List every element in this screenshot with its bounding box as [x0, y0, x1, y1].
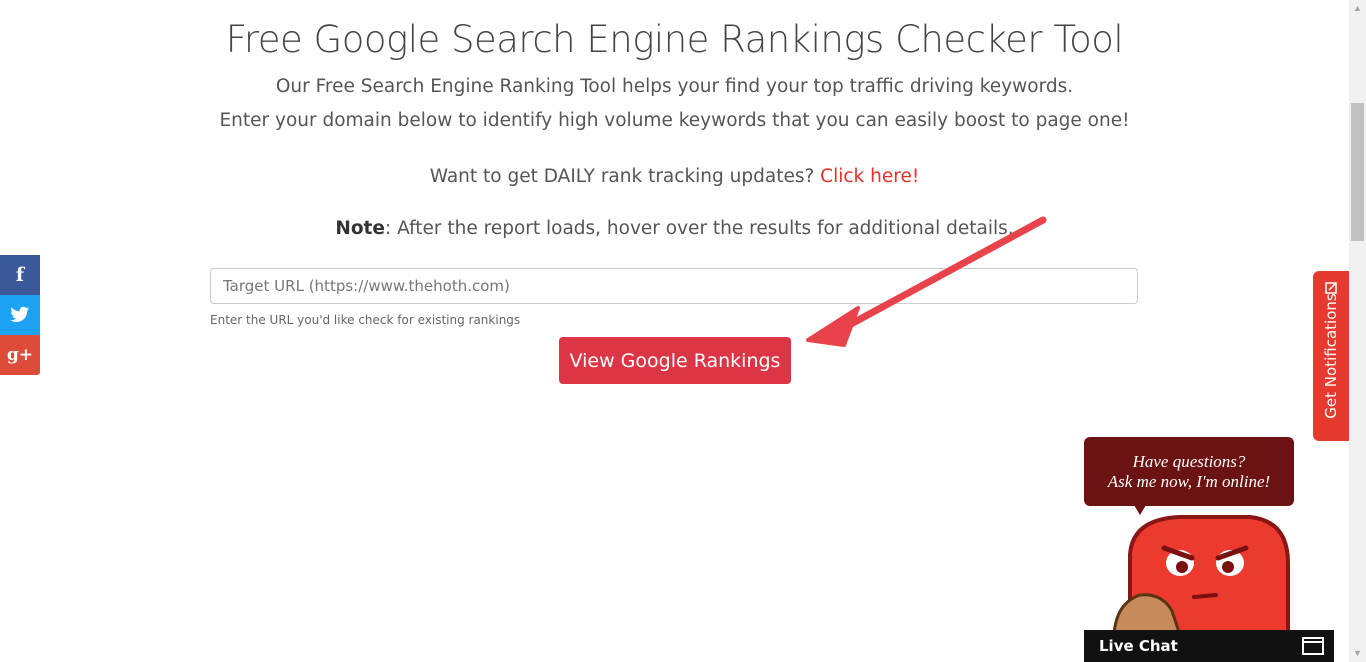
daily-tracking-text: Want to get DAILY rank tracking updates? [429, 166, 821, 187]
facebook-icon: f [15, 263, 25, 286]
twitter-bird-icon [10, 306, 30, 322]
twitter-share-button[interactable] [0, 295, 40, 335]
window-icon[interactable] [1302, 637, 1324, 655]
chat-mascot-image[interactable] [1110, 515, 1310, 635]
note-line: Note: After the report loads, hover over… [0, 218, 1349, 239]
live-chat-bar[interactable]: Live Chat [1084, 630, 1334, 662]
chat-bubble-line-1: Have questions? [1132, 451, 1246, 471]
url-help-text: Enter the URL you'd like check for exist… [210, 313, 521, 327]
chat-bubble-line-2: Ask me now, I'm online! [1107, 471, 1271, 491]
facebook-share-button[interactable]: f [0, 255, 40, 295]
click-here-link[interactable]: Click here! [820, 166, 919, 187]
googleplus-share-button[interactable]: g+ [0, 335, 40, 375]
get-notifications-label: Get Notifications [1322, 293, 1340, 419]
note-text: : After the report loads, hover over the… [384, 218, 1014, 239]
page-scrollbar[interactable]: ▲ ▼ [1349, 0, 1366, 662]
scroll-up-arrow-icon[interactable]: ▲ [1349, 0, 1366, 17]
googleplus-icon: g+ [6, 344, 34, 365]
view-google-rankings-button[interactable]: View Google Rankings [559, 337, 791, 384]
intro-line-2: Enter your domain below to identify high… [219, 110, 1130, 131]
note-label: Note [335, 218, 385, 239]
scroll-down-arrow-icon[interactable]: ▼ [1349, 645, 1366, 662]
chat-bubble-tail [1134, 505, 1146, 515]
target-url-input[interactable] [210, 268, 1138, 304]
intro-line-1: Our Free Search Engine Ranking Tool help… [275, 76, 1074, 97]
live-chat-label: Live Chat [1099, 637, 1178, 655]
scrollbar-thumb[interactable] [1351, 103, 1364, 241]
daily-tracking-line: Want to get DAILY rank tracking updates?… [0, 166, 1349, 187]
page-title: Free Google Search Engine Rankings Check… [225, 18, 1124, 61]
get-notifications-tab[interactable]: Get Notifications [1313, 271, 1349, 441]
chat-bubble[interactable]: Have questions? Ask me now, I'm online! [1084, 437, 1294, 506]
